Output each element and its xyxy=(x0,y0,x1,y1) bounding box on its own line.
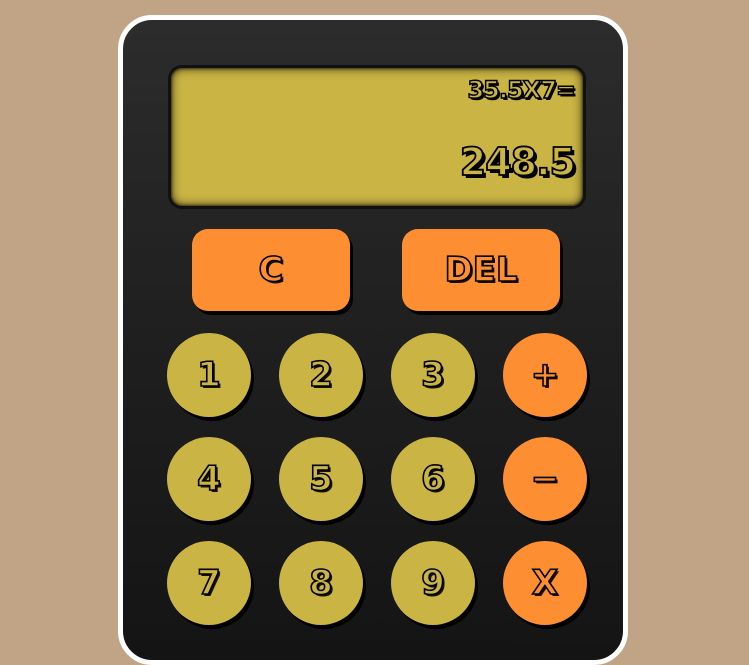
clear-button-label: C xyxy=(258,249,285,291)
delete-button-label: DEL xyxy=(444,249,519,291)
clear-button[interactable]: C xyxy=(192,229,350,311)
key-plus-label: + xyxy=(530,354,560,396)
key-3-label: 3 xyxy=(420,354,445,396)
display-result: 248.5 xyxy=(459,139,577,185)
key-9-label: 9 xyxy=(420,562,445,604)
key-multiply-label: X xyxy=(531,562,559,604)
display-screen: 35.5X7= 248.5 xyxy=(168,65,586,209)
key-9[interactable]: 9 xyxy=(391,541,475,625)
key-7-label: 7 xyxy=(196,562,221,604)
key-1[interactable]: 1 xyxy=(167,333,251,417)
key-1-label: 1 xyxy=(196,354,221,396)
key-8-label: 8 xyxy=(308,562,333,604)
key-plus[interactable]: + xyxy=(503,333,587,417)
key-2[interactable]: 2 xyxy=(279,333,363,417)
key-minus[interactable]: − xyxy=(503,437,587,521)
display-expression: 35.5X7= xyxy=(467,75,577,105)
key-6[interactable]: 6 xyxy=(391,437,475,521)
key-2-label: 2 xyxy=(308,354,333,396)
key-multiply[interactable]: X xyxy=(503,541,587,625)
key-minus-label: − xyxy=(530,458,560,500)
key-7[interactable]: 7 xyxy=(167,541,251,625)
key-5[interactable]: 5 xyxy=(279,437,363,521)
key-6-label: 6 xyxy=(420,458,445,500)
key-4-label: 4 xyxy=(196,458,221,500)
delete-button[interactable]: DEL xyxy=(402,229,560,311)
key-3[interactable]: 3 xyxy=(391,333,475,417)
key-8[interactable]: 8 xyxy=(279,541,363,625)
calculator-body: 35.5X7= 248.5 C DEL 1 2 3 + 4 5 6 − 7 8 … xyxy=(118,15,628,665)
key-4[interactable]: 4 xyxy=(167,437,251,521)
key-5-label: 5 xyxy=(308,458,333,500)
